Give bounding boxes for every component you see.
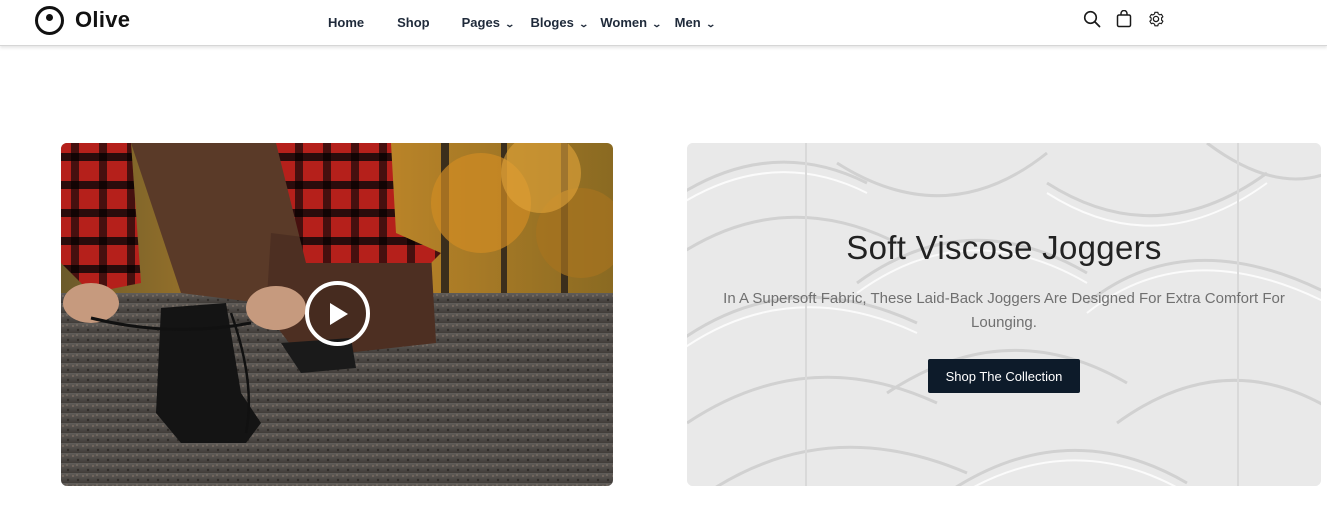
brand-name: Olive bbox=[75, 7, 131, 32]
nav-item-bloges[interactable]: Bloges ⌄ bbox=[530, 15, 589, 30]
chevron-down-icon: ⌄ bbox=[504, 19, 515, 29]
nav-item-label: Shop bbox=[397, 15, 430, 30]
chevron-down-icon: ⌄ bbox=[705, 19, 716, 29]
logo-link[interactable]: Olive bbox=[35, 5, 130, 35]
shopping-bag-icon[interactable] bbox=[1114, 9, 1134, 29]
chevron-down-icon: ⌄ bbox=[651, 19, 663, 29]
play-icon bbox=[329, 302, 348, 325]
nav-item-shop[interactable]: Shop bbox=[397, 15, 430, 30]
gear-icon[interactable] bbox=[1146, 9, 1166, 29]
nav-item-label: Pages bbox=[461, 15, 500, 30]
promo-title: Soft Viscose Joggers bbox=[846, 229, 1162, 266]
olive-logo-icon bbox=[35, 5, 64, 35]
nav-item-men[interactable]: Men ⌄ bbox=[674, 15, 716, 30]
video-banner[interactable] bbox=[61, 143, 613, 486]
site-header: Olive Home Shop Pages ⌄ Bloges ⌄ Women ⌄… bbox=[0, 0, 1327, 46]
nav-item-label: Home bbox=[328, 15, 365, 30]
nav-item-label: Women bbox=[600, 15, 648, 30]
main-nav: Home Shop Pages ⌄ Bloges ⌄ Women ⌄ Men ⌄ bbox=[328, 15, 716, 30]
nav-item-label: Men bbox=[674, 15, 701, 30]
search-icon[interactable] bbox=[1082, 9, 1102, 29]
nav-item-women[interactable]: Women ⌄ bbox=[600, 15, 663, 30]
shop-collection-button[interactable]: Shop The Collection bbox=[928, 359, 1080, 393]
nav-item-label: Bloges bbox=[530, 15, 574, 30]
nav-item-pages[interactable]: Pages ⌄ bbox=[461, 15, 515, 30]
nav-item-home[interactable]: Home bbox=[328, 15, 364, 30]
play-button[interactable] bbox=[305, 281, 370, 346]
promo-description: In A Supersoft Fabric, These Laid-Back J… bbox=[723, 290, 1285, 331]
header-actions bbox=[1082, 9, 1166, 29]
promo-banner: Soft Viscose Joggers In A Supersoft Fabr… bbox=[687, 143, 1321, 486]
chevron-down-icon: ⌄ bbox=[578, 19, 589, 29]
